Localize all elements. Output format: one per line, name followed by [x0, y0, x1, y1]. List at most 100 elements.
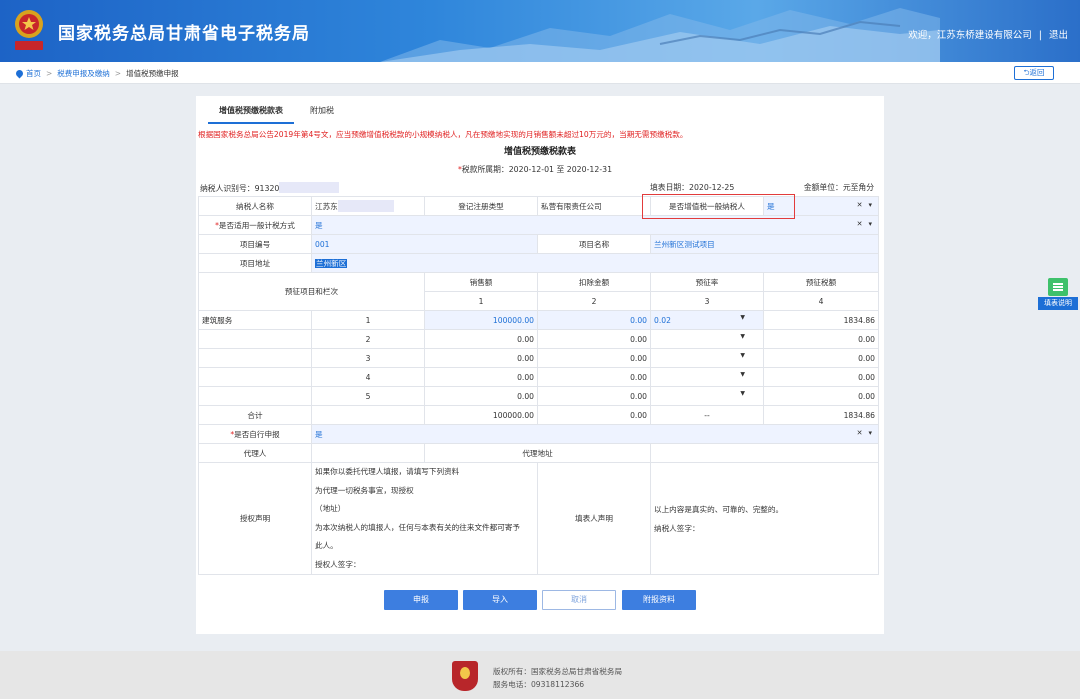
breadcrumb-current: 增值税预缴申报 — [126, 69, 179, 78]
project-name-input[interactable]: 兰州新区测试项目 — [650, 234, 879, 254]
row-no: 5 — [311, 386, 425, 406]
self-declare-label: *是否自行申报 — [198, 424, 312, 444]
deduct-input[interactable]: 0.00 — [537, 329, 651, 349]
fill-instructions-button[interactable]: 填表说明 — [1038, 278, 1078, 310]
project-addr-value: 兰州新区 — [315, 258, 348, 268]
rate-select[interactable]: ▼ — [650, 329, 764, 349]
table-row: 代理人 代理地址 — [198, 443, 879, 463]
project-no-input[interactable]: 001 — [311, 234, 538, 254]
cancel-button[interactable]: 取消 — [542, 590, 616, 610]
row-item — [198, 386, 312, 406]
footer-copyright: 版权所有：国家税务总局甘肃省税务局 — [493, 667, 623, 676]
row-item — [198, 348, 312, 368]
col-header-tax: 预征税额 — [763, 272, 879, 292]
breadcrumb-home[interactable]: 首页 — [26, 69, 41, 78]
tax-value: 0.00 — [763, 386, 879, 406]
rate-select[interactable]: ▼ — [650, 386, 764, 406]
col-number: 3 — [650, 291, 764, 311]
table-row: *是否自行申报 是 ✕ ▾ — [198, 424, 879, 444]
tax-period-value: 2020-12-01 至 2020-12-31 — [508, 165, 613, 174]
table-row: 2 0.00 0.00 ▼ 0.00 — [198, 329, 879, 349]
row-no: 2 — [311, 329, 425, 349]
fill-date-label: 填表日期： — [650, 183, 689, 192]
col-header-sales: 销售额 — [424, 272, 538, 292]
filler-label: 填表人声明 — [537, 462, 651, 575]
sales-input[interactable]: 0.00 — [424, 348, 538, 368]
tax-value: 1834.86 — [763, 310, 879, 330]
project-addr-input[interactable]: 兰州新区 — [311, 253, 879, 273]
document-icon — [1048, 278, 1068, 296]
rate-select[interactable]: ▼ — [650, 367, 764, 387]
rate-select[interactable]: ▼ — [650, 348, 764, 368]
taxpayer-id-label: 纳税人识别号： — [200, 184, 255, 193]
sales-input[interactable]: 100000.00 — [424, 310, 538, 330]
agent-input[interactable] — [311, 443, 425, 463]
row-item — [198, 329, 312, 349]
table-row: 3 0.00 0.00 ▼ 0.00 — [198, 348, 879, 368]
clear-icon[interactable]: ✕ — [857, 220, 863, 228]
chevron-down-icon: ▼ — [740, 314, 745, 321]
attach-button[interactable]: 附报资料 — [622, 590, 696, 610]
auth-line: 授权人签字： — [315, 559, 361, 569]
action-bar: 申报 导入 取消 附报资料 — [196, 590, 884, 610]
deduct-input[interactable]: 0.00 — [537, 310, 651, 330]
tab-vat-prepayment[interactable]: 增值税预缴税款表 — [208, 102, 294, 124]
auth-line: （地址） — [315, 504, 346, 513]
agent-addr-label: 代理地址 — [424, 443, 651, 463]
clear-icon[interactable]: ✕ — [857, 201, 863, 209]
general-method-label: *是否适用一般计税方式 — [198, 215, 312, 235]
declaration-card: 增值税预缴税款表 附加税 根据国家税务总局公告2019年第4号文，应当预缴增值税… — [196, 96, 884, 634]
chevron-right-icon: > — [46, 69, 53, 78]
taxpayer-id-value: 91320 — [254, 184, 280, 193]
total-tax: 1834.86 — [763, 405, 879, 425]
auth-statement: 如果你以委托代理人填报，请填写下列资料 为代理一切税务事宜，现授权 （地址） 为… — [311, 462, 538, 575]
deduct-input[interactable]: 0.00 — [537, 367, 651, 387]
deduct-input[interactable]: 0.00 — [537, 348, 651, 368]
vat-prepayment-table: 纳税人名称 江苏东 登记注册类型 私营有限责任公司 是否增值税一般纳税人 是 ✕ ▾… — [198, 196, 879, 575]
fill-date-value: 2020-12-25 — [688, 183, 735, 192]
chevron-down-icon[interactable]: ▾ — [868, 220, 872, 228]
sales-input[interactable]: 0.00 — [424, 367, 538, 387]
auth-line: 此人。 — [315, 541, 338, 550]
tax-value: 0.00 — [763, 367, 879, 387]
breadcrumb-tax-declaration[interactable]: 税费申报及缴纳 — [57, 69, 110, 78]
back-button-label: 返回 — [1029, 68, 1045, 77]
user-area: 欢迎，江苏东桥建设有限公司 | 退出 — [908, 27, 1068, 41]
back-button[interactable]: ⮌返回 — [1014, 66, 1054, 80]
tax-logo-icon — [452, 661, 478, 691]
taxpayer-id: 纳税人识别号：91320 — [200, 182, 340, 194]
row-item — [198, 367, 312, 387]
project-addr-label: 项目地址 — [198, 253, 312, 273]
auth-line: 为本次纳税人的填报人，任何与本表有关的往来文件都可寄予 — [315, 522, 521, 532]
great-wall-banner — [380, 8, 940, 62]
self-declare-select[interactable]: 是 ✕ ▾ — [311, 424, 879, 444]
chevron-down-icon[interactable]: ▾ — [868, 429, 872, 437]
clear-icon[interactable]: ✕ — [857, 429, 863, 437]
agent-addr-input[interactable] — [650, 443, 879, 463]
logout-link[interactable]: 退出 — [1049, 30, 1068, 41]
tab-surcharge[interactable]: 附加税 — [310, 102, 334, 124]
filler-line: 以上内容是真实的、可靠的、完整的。 — [654, 505, 784, 514]
col-header-deduct: 扣除金额 — [537, 272, 651, 292]
footer-text: 版权所有：国家税务总局甘肃省税务局 服务电话：09318112366 — [493, 665, 622, 691]
col-header-rate: 预征率 — [650, 272, 764, 292]
table-row: 建筑服务 1 100000.00 0.00 0.02 ▼ 1834.86 — [198, 310, 879, 330]
rate-select[interactable]: 0.02 ▼ — [650, 310, 764, 330]
taxpayer-name-value: 江苏东 — [315, 202, 338, 211]
taxpayer-name-cell: 江苏东 — [311, 196, 425, 216]
chevron-down-icon: ▼ — [740, 352, 745, 359]
taxpayer-name-label: 纳税人名称 — [198, 196, 312, 216]
tax-period: *税款所属期：2020-12-01 至 2020-12-31 — [458, 165, 613, 174]
row-no: 4 — [311, 367, 425, 387]
sales-input[interactable]: 0.00 — [424, 386, 538, 406]
welcome-user[interactable]: 欢迎，江苏东桥建设有限公司 — [908, 30, 1032, 41]
import-button[interactable]: 导入 — [463, 590, 537, 610]
total-label: 合计 — [198, 405, 312, 425]
submit-button[interactable]: 申报 — [384, 590, 458, 610]
amount-unit-value: 元至角分 — [842, 183, 874, 192]
chevron-down-icon[interactable]: ▾ — [868, 201, 872, 209]
sales-input[interactable]: 0.00 — [424, 329, 538, 349]
deduct-input[interactable]: 0.00 — [537, 386, 651, 406]
top-header: 国家税务总局甘肃省电子税务局 欢迎，江苏东桥建设有限公司 | 退出 — [0, 0, 1080, 62]
breadcrumb-bar: 首页 > 税费申报及缴纳 > 增值税预缴申报 ⮌返回 — [0, 62, 1080, 84]
